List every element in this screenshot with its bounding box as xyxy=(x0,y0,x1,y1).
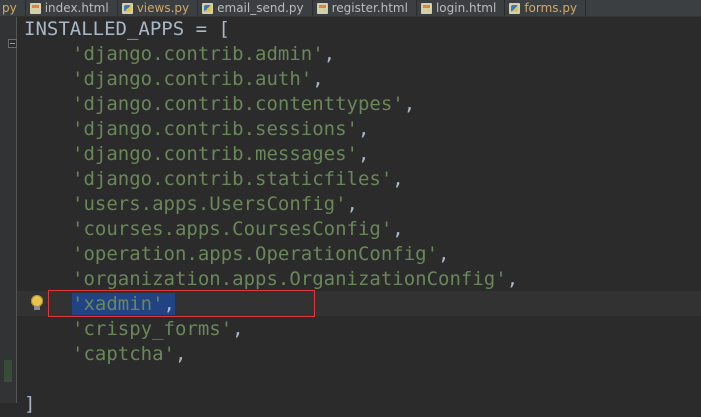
code-line: 'django.contrib.admin', xyxy=(72,43,336,65)
app-string: 'operation.apps.OperationConfig' xyxy=(72,243,439,265)
closing-bracket: ] xyxy=(24,393,36,415)
tab-label: py xyxy=(2,1,17,15)
app-string: 'crispy_forms' xyxy=(72,318,233,340)
html-file-icon xyxy=(420,2,432,14)
code-line: 'users.apps.UsersConfig', xyxy=(72,193,358,215)
code-line: INSTALLED_APPS = [ xyxy=(24,17,701,42)
code-line: 'django.contrib.messages', xyxy=(72,143,370,165)
annotation-highlight-box xyxy=(48,290,315,317)
code-line: 'courses.apps.CoursesConfig', xyxy=(72,218,404,240)
code-line: 'django.contrib.staticfiles', xyxy=(72,168,404,190)
app-string: 'organization.apps.OrganizationConfig' xyxy=(72,268,507,290)
fold-icon[interactable] xyxy=(8,39,17,48)
app-string: 'django.contrib.sessions' xyxy=(72,118,358,140)
editor-tab-bar: py index.html views.py email_send.py reg… xyxy=(0,0,701,17)
tab-label: index.html xyxy=(44,1,109,15)
tab-views-py[interactable]: views.py xyxy=(118,0,199,16)
app-string: 'django.contrib.admin' xyxy=(72,43,324,65)
code-editor[interactable]: INSTALLED_APPS = [ 'django.contrib.admin… xyxy=(24,17,701,417)
tab-label: register.html xyxy=(331,1,408,15)
app-string: 'captcha' xyxy=(72,343,175,365)
lightbulb-icon[interactable] xyxy=(30,294,44,312)
html-file-icon xyxy=(316,2,328,14)
code-line: 'django.contrib.sessions', xyxy=(72,118,370,140)
vcs-change-marker[interactable] xyxy=(4,360,12,382)
tab-label: email_send.py xyxy=(217,1,304,15)
tab-index-html[interactable]: index.html xyxy=(26,0,118,16)
code-line: 'django.contrib.contenttypes', xyxy=(72,93,416,115)
tab-label: login.html xyxy=(435,1,497,15)
tab-py[interactable]: py xyxy=(0,0,26,16)
code-line: 'operation.apps.OperationConfig', xyxy=(72,243,450,265)
app-string: 'django.contrib.auth' xyxy=(72,68,313,90)
python-file-icon xyxy=(121,2,133,14)
html-file-icon xyxy=(29,2,41,14)
tab-label: forms.py xyxy=(524,1,578,15)
installed-apps-declaration: INSTALLED_APPS = [ xyxy=(24,18,230,40)
python-file-icon xyxy=(509,2,521,14)
tab-register-html[interactable]: register.html xyxy=(313,0,417,16)
tab-forms-py[interactable]: forms.py xyxy=(505,0,587,16)
tab-email-send-py[interactable]: email_send.py xyxy=(198,0,313,16)
python-file-icon xyxy=(202,2,214,14)
code-line: 'organization.apps.OrganizationConfig', xyxy=(72,268,519,290)
app-string: 'django.contrib.contenttypes' xyxy=(72,93,404,115)
code-line: 'crispy_forms', xyxy=(72,318,244,340)
app-string: 'courses.apps.CoursesConfig' xyxy=(72,218,393,240)
editor-gutter xyxy=(0,17,17,403)
code-line: 'django.contrib.auth', xyxy=(72,68,324,90)
tab-login-html[interactable]: login.html xyxy=(417,0,506,16)
code-line: 'captcha', xyxy=(72,343,187,365)
tab-label: views.py xyxy=(136,1,190,15)
app-string: 'django.contrib.messages' xyxy=(72,143,358,165)
app-string: 'django.contrib.staticfiles' xyxy=(72,168,393,190)
app-string: 'users.apps.UsersConfig' xyxy=(72,193,347,215)
code-line: ] xyxy=(24,392,701,417)
